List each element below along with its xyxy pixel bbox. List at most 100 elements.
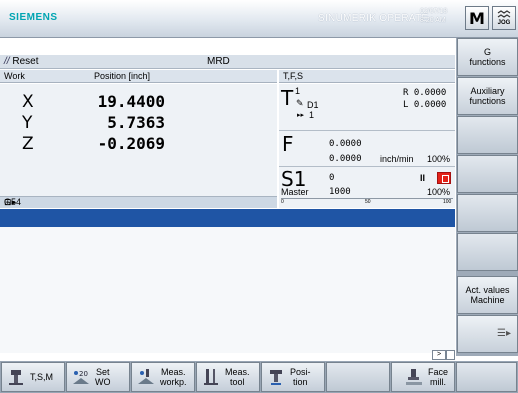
jog-mode-button[interactable]: JOG <box>492 6 516 30</box>
softkey-face-mill[interactable]: Face mill. <box>391 362 455 392</box>
horizontal-softkey-bar: T,S,M 20 Set WO Meas. workp. Meas. tool <box>0 361 518 393</box>
softkey-label-group: Face mill. <box>428 367 448 387</box>
tfs-panel: T 1 ✎ D1 ▸▸ 1 R 0.0000 L 0.0000 F 0.0000… <box>279 84 455 208</box>
axis-value: 19.4400 <box>97 92 165 111</box>
softkey-empty-6[interactable] <box>457 233 518 271</box>
softkey-position[interactable]: Posi- tion <box>261 362 325 392</box>
svg-text:20: 20 <box>79 370 88 378</box>
spindle-master-value: 1000 <box>329 187 351 197</box>
spindle-override: 100% <box>427 187 451 197</box>
softkey-label: Face <box>427 367 448 377</box>
tsm-icon <box>5 366 27 388</box>
softkey-act-values-machine[interactable]: Act. values Machine <box>457 276 518 314</box>
program-display-area <box>0 227 455 353</box>
softkey-empty-h6[interactable] <box>326 362 390 392</box>
softkey-g-functions[interactable]: G functions <box>457 38 518 76</box>
scale-tick-50: 50 <box>365 199 371 205</box>
date-text: 02/07/18 <box>420 8 448 15</box>
spindle-speed: 0 <box>329 173 335 183</box>
scroll-end-button[interactable] <box>446 350 455 360</box>
tfs-panel-header: T,F,S <box>279 70 455 83</box>
softkey-tsm[interactable]: T,S,M <box>1 362 65 392</box>
position-icon <box>265 366 287 388</box>
reset-label: Reset <box>12 56 39 67</box>
jog-mode-label: JOG <box>497 20 511 26</box>
softkey-label-group: Meas. workp. <box>160 367 187 387</box>
face-mill-icon <box>403 366 425 388</box>
axis-value: -0.2069 <box>97 134 165 153</box>
softkey-label: functions <box>469 96 506 106</box>
jog-icon <box>497 10 511 18</box>
softkey-more[interactable]: ☰▸ <box>457 315 518 353</box>
date-time: 02/07/18 8:20 AM <box>420 7 447 25</box>
position-column-header: Position [inch] <box>94 71 151 81</box>
machine-mode-label: M <box>469 8 485 28</box>
softkey-label: Set <box>95 367 110 377</box>
work-offset-value: G54 <box>4 197 22 207</box>
time-text: 8:20 AM <box>420 17 446 24</box>
reset-icon: // <box>4 56 10 67</box>
next-tool-icon: ▸▸ <box>297 112 305 119</box>
softkey-label-group: Set WO <box>95 367 111 387</box>
softkey-label: WO <box>95 377 111 387</box>
mrd-status: MRD <box>207 56 230 67</box>
softkey-label: Posi- <box>290 367 311 377</box>
feed-setpoint: 0.0000 <box>329 139 362 149</box>
axis-row-z: Z -0.2069 <box>0 134 277 156</box>
work-column-header: Work <box>4 71 25 81</box>
measure-workpiece-icon <box>135 366 157 388</box>
position-panel-header: Work Position [inch] <box>0 70 277 83</box>
axis-value: 5.7363 <box>107 113 165 132</box>
divider <box>279 130 455 131</box>
softkey-label: G <box>483 47 491 57</box>
tool-radius: R 0.0000 <box>403 88 447 98</box>
softkey-label-group: Posi- tion <box>290 367 311 387</box>
tool-number: 1 <box>295 86 301 96</box>
tool-label: T <box>281 86 294 110</box>
measure-tool-icon <box>200 366 222 388</box>
product-name: SINUMERIK OPERATE <box>318 13 429 24</box>
feed-label: F <box>282 132 294 156</box>
softkey-label: Meas. <box>225 367 250 377</box>
axis-name: Y <box>22 113 33 133</box>
work-offset-bar: ⊞▸ G54 <box>0 196 277 208</box>
siemens-logo: SIEMENS <box>9 12 58 23</box>
softkey-label: T,S,M <box>30 372 54 382</box>
softkey-empty-5[interactable] <box>457 194 518 232</box>
scale-tick-0: 0 <box>281 199 284 205</box>
next-page-button[interactable]: > <box>432 350 446 360</box>
feed-unit: inch/min <box>380 154 414 164</box>
softkey-label: tool <box>230 377 245 387</box>
softkey-label: Machine <box>470 295 505 305</box>
reset-status: // Reset <box>4 56 38 67</box>
machine-mode-button[interactable]: M <box>465 6 489 30</box>
softkey-label: workp. <box>160 377 187 387</box>
next-page-icon: > <box>436 351 442 358</box>
next-tool-number: 1 <box>309 110 315 120</box>
program-block-bar <box>0 209 455 227</box>
more-arrow-icon: ☰▸ <box>497 328 511 339</box>
softkey-empty-4[interactable] <box>457 155 518 193</box>
softkey-set-wo[interactable]: 20 Set WO <box>66 362 130 392</box>
softkey-empty-3[interactable] <box>457 116 518 154</box>
header-bar: SIEMENS SINUMERIK OPERATE 02/07/18 8:20 … <box>0 0 518 38</box>
softkey-auxiliary-functions[interactable]: Auxiliary functions <box>457 77 518 115</box>
spindle-stop-icon <box>437 172 451 184</box>
axis-name: X <box>22 92 34 112</box>
vertical-softkey-bar: G functions Auxiliary functions Act. val… <box>456 38 518 356</box>
softkey-meas-tool[interactable]: Meas. tool <box>196 362 260 392</box>
tool-edge-icon: ✎ <box>296 98 304 108</box>
spindle-gear: II <box>420 173 426 183</box>
spindle-master-label: Master <box>281 187 309 197</box>
scale-tick-100: 100 <box>443 199 452 205</box>
softkey-meas-workp[interactable]: Meas. workp. <box>131 362 195 392</box>
axis-row-y: Y 5.7363 <box>0 113 277 135</box>
axis-name: Z <box>22 134 34 154</box>
spindle-load-scale: 0 50 100 <box>281 198 453 207</box>
softkey-label: mill. <box>429 377 446 387</box>
softkey-empty-h8[interactable] <box>456 362 517 392</box>
axis-position-panel: X 19.4400 Y 5.7363 Z -0.2069 <box>0 84 277 196</box>
softkey-label: functions <box>469 57 506 67</box>
softkey-label: Meas. <box>161 367 186 377</box>
set-wo-icon: 20 <box>70 366 92 388</box>
